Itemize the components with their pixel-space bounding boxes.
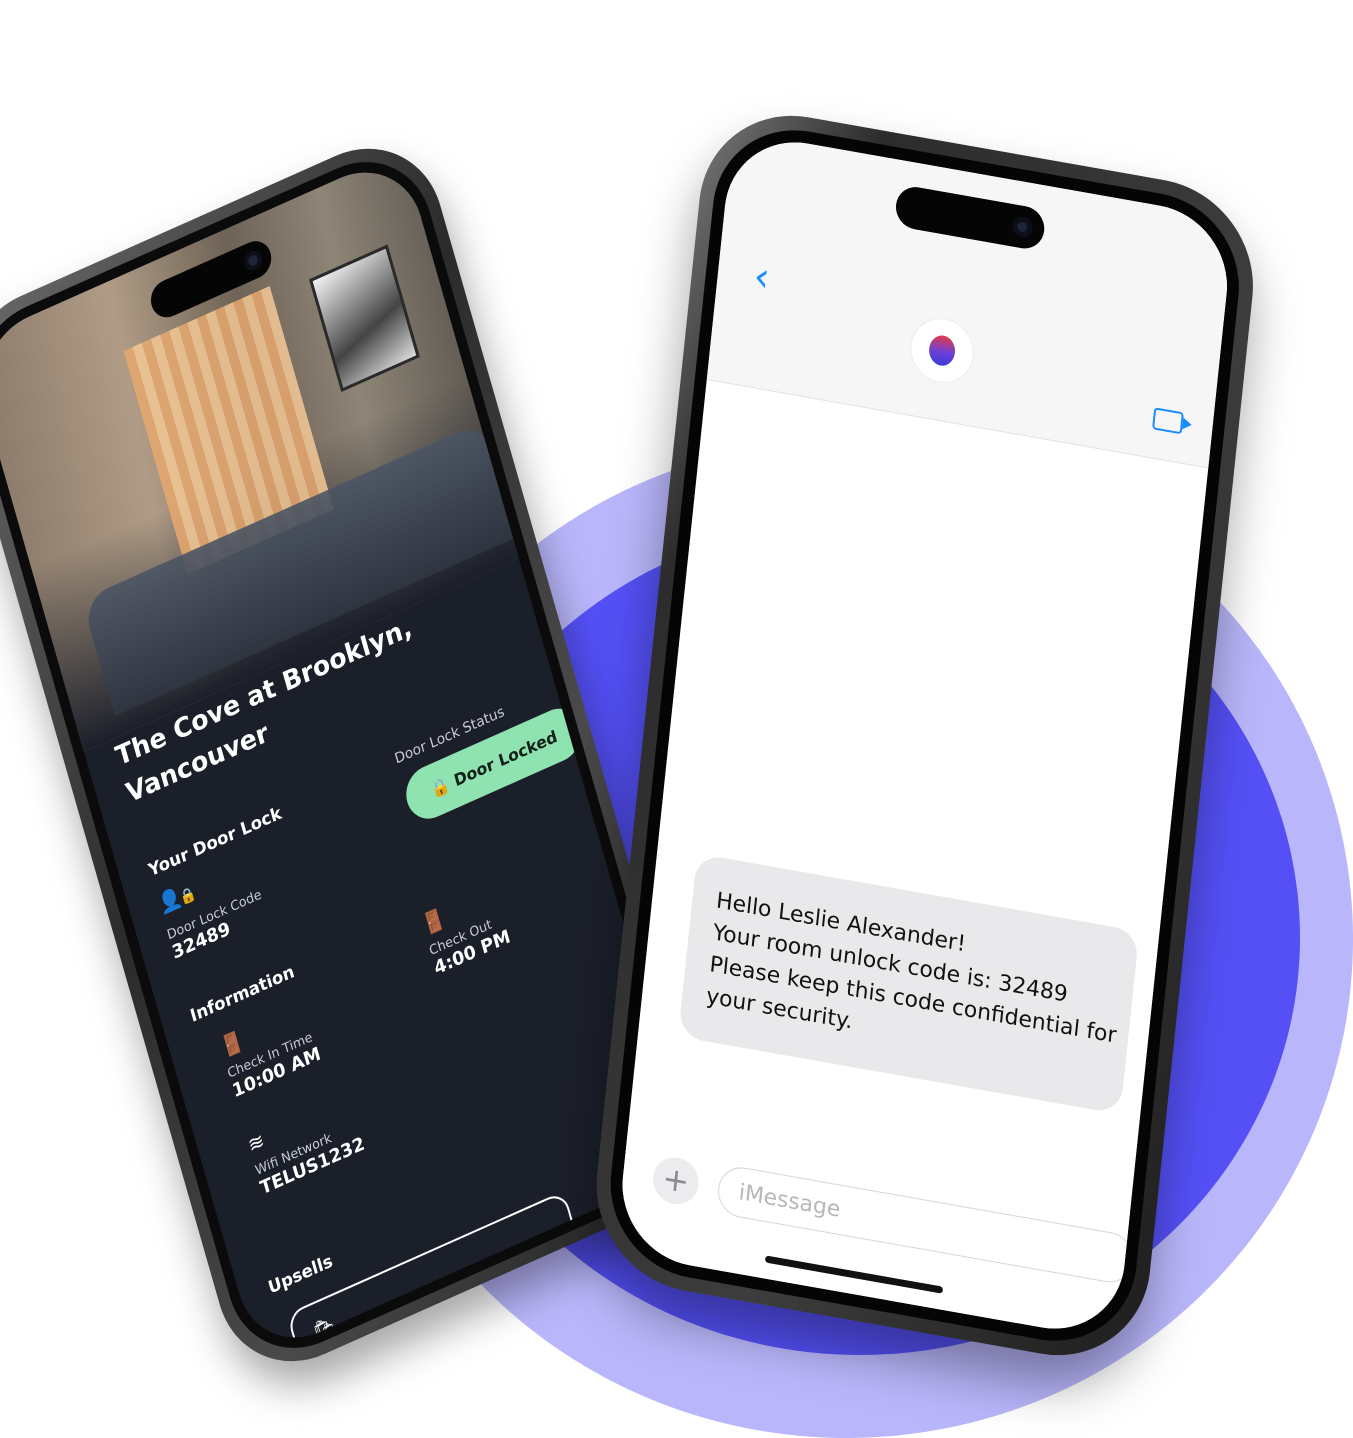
check-in-block: 🚪 Check In Time 10:00 AM	[217, 999, 323, 1102]
brand-logo-icon	[927, 333, 957, 368]
message-bubble: Hello Leslie Alexander! Your room unlock…	[677, 853, 1140, 1115]
wall-art-image	[309, 244, 420, 393]
chevron-left-icon[interactable]: ‹	[751, 253, 772, 302]
door-enter-icon: 🚪	[217, 1027, 247, 1061]
dynamic-island	[893, 183, 1047, 252]
wifi-icon: ≋	[245, 1127, 268, 1158]
camera-icon	[1011, 215, 1034, 239]
video-camera-icon[interactable]	[1152, 407, 1184, 435]
hero-illustration: The Cove at Brooklyn, Vancouver Your Doo…	[0, 0, 1353, 1438]
contact-avatar[interactable]	[908, 314, 976, 387]
wifi-block: ≋ Wifi Network TELUS1232	[245, 1089, 367, 1200]
camera-icon	[242, 248, 264, 273]
plus-icon[interactable]: +	[650, 1153, 701, 1208]
imessage-input[interactable]: iMessage	[715, 1163, 1136, 1287]
